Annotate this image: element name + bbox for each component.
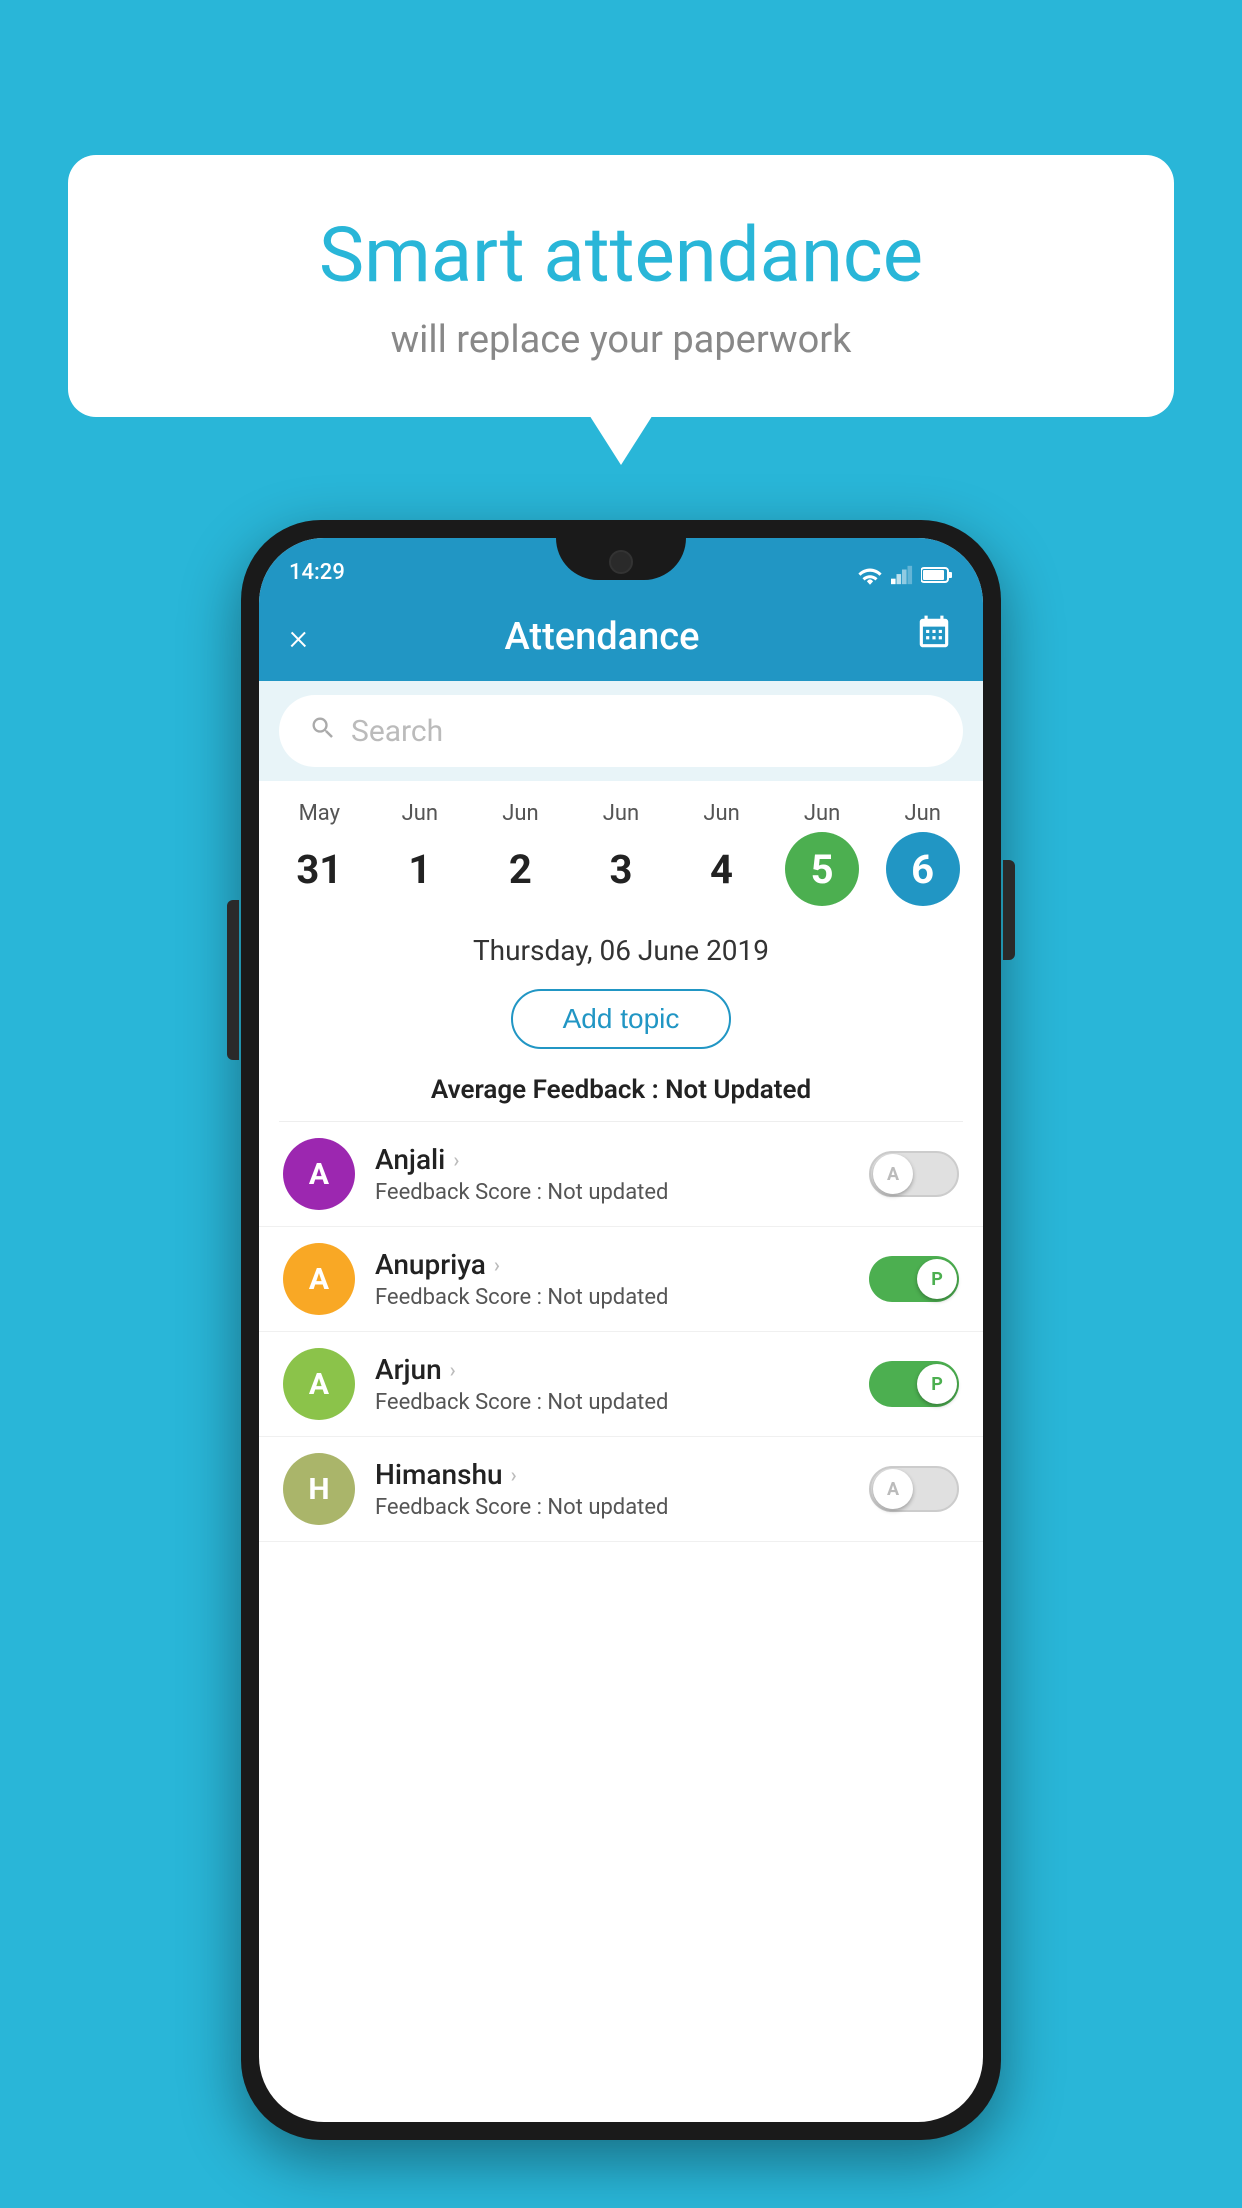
cal-date: 2: [483, 832, 557, 906]
cal-month: May: [299, 801, 340, 826]
attendance-toggle[interactable]: P: [869, 1256, 959, 1302]
cal-date: 3: [584, 832, 658, 906]
cal-day[interactable]: Jun 4: [678, 801, 766, 906]
student-item: A Anupriya › Feedback Score : Not updated P: [259, 1227, 983, 1332]
signal-icon: [891, 565, 913, 585]
page-title: Attendance: [289, 615, 915, 659]
cal-date: 31: [282, 832, 356, 906]
speech-bubble-container: Smart attendance will replace your paper…: [68, 155, 1174, 417]
chevron-icon: ›: [511, 1463, 517, 1487]
selected-date: Thursday, 06 June 2019: [259, 916, 983, 977]
chevron-icon: ›: [494, 1253, 500, 1277]
cal-date: 5: [785, 832, 859, 906]
student-name[interactable]: Anupriya ›: [375, 1248, 849, 1281]
attendance-toggle[interactable]: A: [869, 1466, 959, 1512]
search-container: Search: [259, 681, 983, 781]
phone-mockup: 14:29: [241, 520, 1001, 2140]
cal-day[interactable]: Jun 3: [577, 801, 665, 906]
student-name-text: Anjali: [375, 1143, 445, 1176]
bubble-subtitle: will replace your paperwork: [128, 318, 1114, 362]
calendar-strip: May 31 Jun 1 Jun 2 Jun 3 Jun 4 Jun 5 Jun 6: [259, 781, 983, 916]
student-info: Arjun › Feedback Score : Not updated: [375, 1353, 849, 1415]
chevron-icon: ›: [450, 1358, 456, 1382]
cal-day[interactable]: Jun 2: [476, 801, 564, 906]
phone-body: 14:29: [241, 520, 1001, 2140]
speech-bubble: Smart attendance will replace your paper…: [68, 155, 1174, 417]
cal-day[interactable]: May 31: [275, 801, 363, 906]
student-feedback: Feedback Score : Not updated: [375, 1285, 849, 1310]
cal-day[interactable]: Jun 1: [376, 801, 464, 906]
avg-feedback-label: Average Feedback :: [431, 1075, 659, 1105]
wifi-icon: [857, 565, 883, 585]
search-icon: [309, 714, 337, 749]
cal-date: 1: [383, 832, 457, 906]
attendance-toggle[interactable]: A: [869, 1151, 959, 1197]
student-info: Anjali › Feedback Score : Not updated: [375, 1143, 849, 1205]
add-topic-button[interactable]: Add topic: [511, 989, 732, 1049]
bubble-title: Smart attendance: [128, 210, 1114, 300]
add-topic-container: Add topic: [259, 977, 983, 1067]
student-feedback: Feedback Score : Not updated: [375, 1495, 849, 1520]
cal-month: Jun: [804, 801, 840, 826]
student-name-text: Arjun: [375, 1353, 442, 1386]
app-header: × Attendance: [259, 593, 983, 681]
cal-date: 4: [685, 832, 759, 906]
student-feedback: Feedback Score : Not updated: [375, 1390, 849, 1415]
cal-month: Jun: [603, 801, 639, 826]
cal-month: Jun: [502, 801, 538, 826]
battery-icon: [921, 566, 953, 584]
search-placeholder: Search: [351, 714, 443, 749]
student-info: Anupriya › Feedback Score : Not updated: [375, 1248, 849, 1310]
student-item: H Himanshu › Feedback Score : Not updated A: [259, 1437, 983, 1542]
search-bar[interactable]: Search: [279, 695, 963, 767]
avg-feedback: Average Feedback : Not Updated: [259, 1067, 983, 1121]
status-icons: [857, 565, 953, 585]
phone-screen: 14:29: [259, 538, 983, 2122]
avatar: A: [283, 1348, 355, 1420]
student-name-text: Anupriya: [375, 1248, 486, 1281]
student-name[interactable]: Himanshu ›: [375, 1458, 849, 1491]
avatar: A: [283, 1138, 355, 1210]
student-item: A Anjali › Feedback Score : Not updated A: [259, 1122, 983, 1227]
cal-month: Jun: [402, 801, 438, 826]
avatar: A: [283, 1243, 355, 1315]
student-item: A Arjun › Feedback Score : Not updated P: [259, 1332, 983, 1437]
calendar-icon[interactable]: [915, 614, 953, 660]
attendance-toggle[interactable]: P: [869, 1361, 959, 1407]
avatar: H: [283, 1453, 355, 1525]
cal-day[interactable]: Jun 6: [879, 801, 967, 906]
student-name-text: Himanshu: [375, 1458, 503, 1491]
cal-month: Jun: [904, 801, 940, 826]
chevron-icon: ›: [453, 1148, 459, 1172]
cal-day[interactable]: Jun 5: [778, 801, 866, 906]
student-info: Himanshu › Feedback Score : Not updated: [375, 1458, 849, 1520]
student-feedback: Feedback Score : Not updated: [375, 1180, 849, 1205]
avg-feedback-value: Not Updated: [665, 1075, 811, 1105]
cal-date: 6: [886, 832, 960, 906]
student-list: AAnjali›Feedback Score : Not updatedAAAn…: [259, 1122, 983, 1542]
student-name[interactable]: Arjun ›: [375, 1353, 849, 1386]
student-name[interactable]: Anjali ›: [375, 1143, 849, 1176]
camera: [609, 550, 633, 574]
cal-month: Jun: [703, 801, 739, 826]
